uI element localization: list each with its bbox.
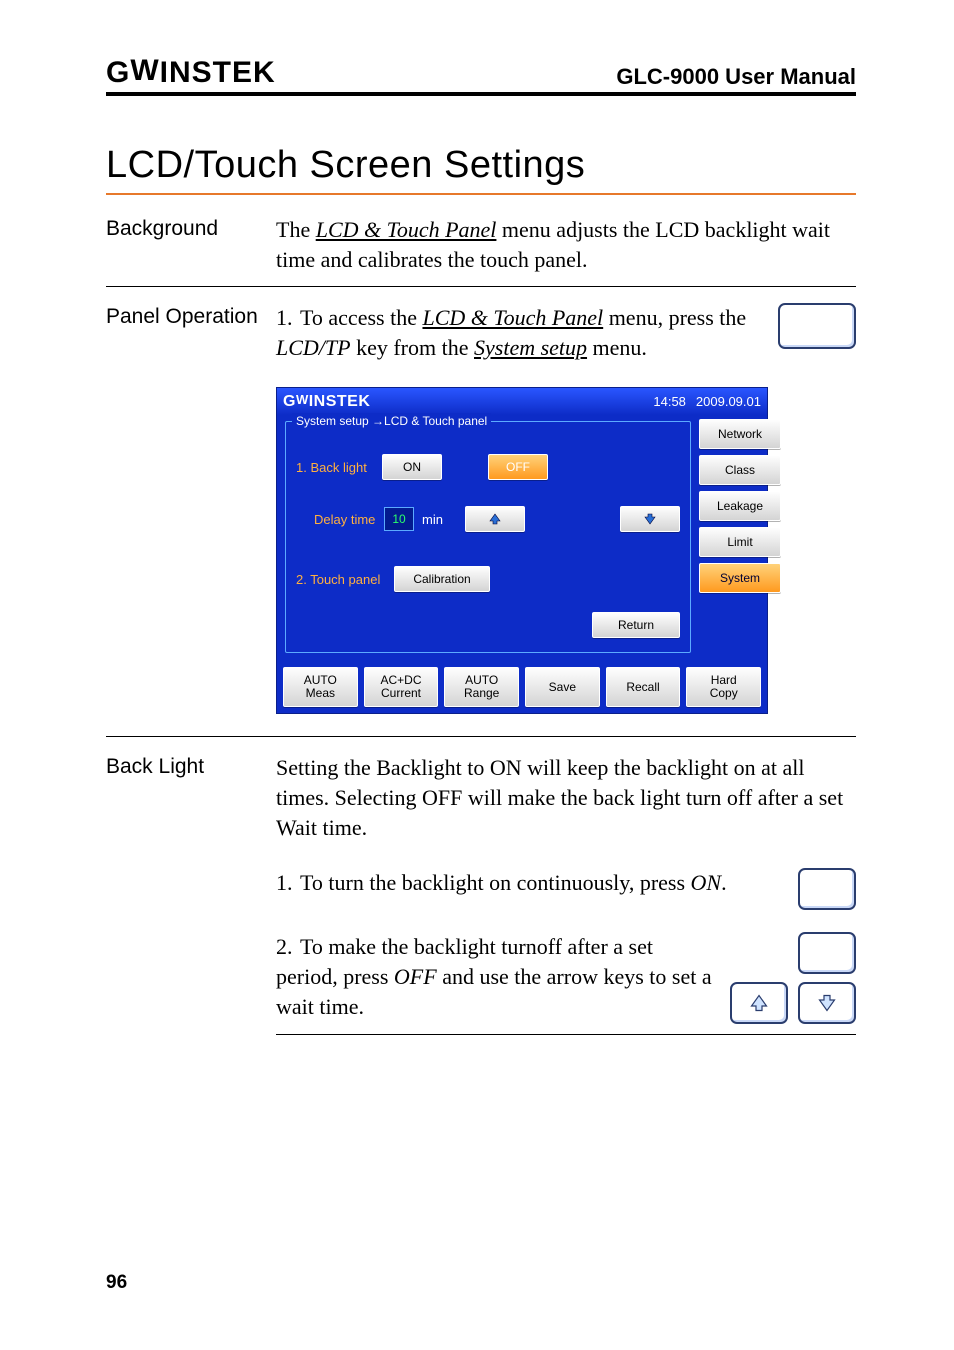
background-row: Background The LCD & Touch Panel menu ad… <box>106 215 856 274</box>
background-text: The LCD & Touch Panel menu adjusts the L… <box>276 215 856 274</box>
touch-panel-row-label: 2. Touch panel <box>296 571 386 589</box>
bottom-acdc-current-button[interactable]: AC+DCCurrent <box>364 667 439 707</box>
lcdtp-key-name: LCD/TP <box>276 335 351 360</box>
arrow-up-key-icon <box>730 982 788 1024</box>
softkey-blank-icon <box>798 868 856 910</box>
lcd-touch-panel-link: LCD & Touch Panel <box>422 305 603 330</box>
arrow-down-key-icon <box>798 982 856 1024</box>
device-frame: System setup →LCD & Touch panel 1. Back … <box>285 421 691 653</box>
panel-operation-body: 1.To access the LCD & Touch Panel menu, … <box>276 303 856 724</box>
delay-time-unit: min <box>422 511 443 529</box>
device-header: GWINSTEK 14:58 2009.09.01 <box>277 388 767 416</box>
softkey-blank-icon <box>778 303 856 349</box>
bottom-hard-copy-button[interactable]: HardCopy <box>686 667 761 707</box>
system-setup-link: System setup <box>474 335 587 360</box>
device-bottom-bar: AUTOMeas AC+DCCurrent AUTORange Save Rec… <box>277 661 767 713</box>
backlight-off-button[interactable]: OFF <box>488 454 548 480</box>
side-limit-button[interactable]: Limit <box>699 527 781 557</box>
return-button[interactable]: Return <box>592 612 680 638</box>
device-sidebar: Network Class Leakage Limit System <box>699 415 767 661</box>
side-system-button[interactable]: System <box>699 563 781 593</box>
delay-time-label: Delay time <box>314 511 376 529</box>
divider <box>106 736 856 737</box>
page-header: GWINSTEK GLC-9000 User Manual <box>106 56 856 96</box>
delay-up-button[interactable] <box>465 506 525 532</box>
side-leakage-button[interactable]: Leakage <box>699 491 781 521</box>
bottom-save-button[interactable]: Save <box>525 667 600 707</box>
device-date: 2009.09.01 <box>696 393 761 411</box>
bottom-recall-button[interactable]: Recall <box>606 667 681 707</box>
page-number: 96 <box>106 1272 127 1294</box>
backlight-intro: Setting the Backlight to ON will keep th… <box>276 753 856 842</box>
panel-operation-row: Panel Operation 1.To access the LCD & To… <box>106 303 856 724</box>
manual-title: GLC-9000 User Manual <box>616 64 856 90</box>
backlight-row-label: 1. Back light <box>296 459 374 477</box>
device-brand: GWINSTEK <box>283 391 370 413</box>
side-class-button[interactable]: Class <box>699 455 781 485</box>
brand-logo: GWINSTEK <box>106 56 276 90</box>
device-breadcrumb: System setup →LCD & Touch panel <box>292 413 491 429</box>
arrow-down-icon <box>644 513 656 525</box>
arrow-up-icon <box>489 513 501 525</box>
device-screenshot: GWINSTEK 14:58 2009.09.01 System setup →… <box>276 387 768 715</box>
side-network-button[interactable]: Network <box>699 419 781 449</box>
delay-down-button[interactable] <box>620 506 680 532</box>
backlight-label: Back Light <box>106 753 276 779</box>
backlight-row: Back Light Setting the Backlight to ON w… <box>106 753 856 1051</box>
softkey-blank-icon <box>798 932 856 974</box>
bottom-auto-range-button[interactable]: AUTORange <box>444 667 519 707</box>
delay-time-value: 10 <box>384 507 414 531</box>
divider <box>276 1034 856 1035</box>
section-rule <box>106 193 856 195</box>
calibration-button[interactable]: Calibration <box>394 566 490 592</box>
bottom-auto-meas-button[interactable]: AUTOMeas <box>283 667 358 707</box>
backlight-body: Setting the Backlight to ON will keep th… <box>276 753 856 1051</box>
device-time: 14:58 <box>653 393 686 411</box>
section-title: LCD/Touch Screen Settings <box>106 144 856 187</box>
divider <box>106 286 856 287</box>
panel-operation-label: Panel Operation <box>106 303 276 329</box>
backlight-on-button[interactable]: ON <box>382 454 442 480</box>
lcd-touch-panel-link: LCD & Touch Panel <box>316 217 497 242</box>
background-label: Background <box>106 215 276 241</box>
